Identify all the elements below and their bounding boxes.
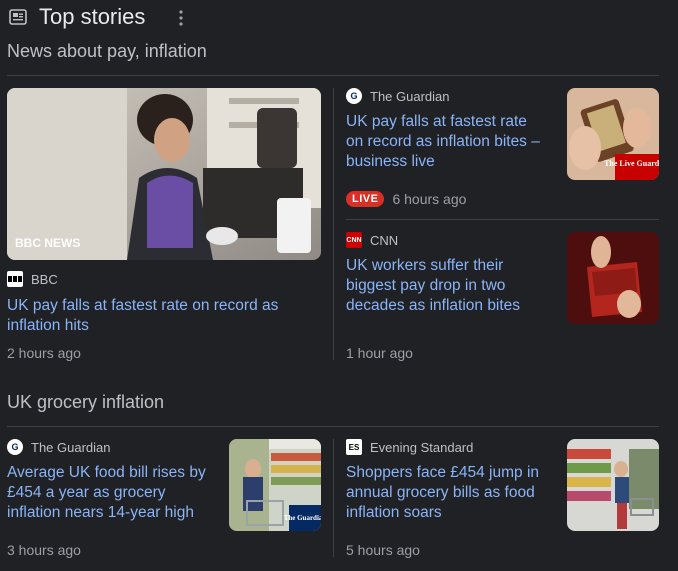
- story-image-caption: BBC NEWS: [15, 236, 80, 250]
- story-source-name: CNN: [370, 232, 399, 248]
- story-source-name: BBC: [31, 271, 58, 287]
- guardian-logo-icon: G: [7, 439, 23, 455]
- divider: [7, 426, 659, 427]
- story-image-caption: The Guardian: [284, 514, 321, 522]
- story-image-guardian[interactable]: The Live Guardian: [567, 88, 659, 180]
- story-source: G The Guardian: [7, 439, 111, 455]
- newspaper-icon: [9, 8, 27, 26]
- story-source: CNN CNN: [346, 232, 398, 248]
- story-time: LIVE 6 hours ago: [346, 191, 466, 207]
- page-title: Top stories: [39, 4, 146, 29]
- story-headline[interactable]: Shoppers face £454 jump in annual grocer…: [346, 463, 546, 523]
- divider: [346, 219, 659, 220]
- section-title-grocery-inflation: UK grocery inflation: [7, 392, 165, 412]
- story-image-bbc[interactable]: BBC NEWS: [7, 88, 321, 260]
- story-time-text: 5 hours ago: [346, 542, 420, 558]
- story-image-caption: The Live Guardian: [604, 159, 659, 168]
- story-source-name: The Guardian: [370, 88, 450, 104]
- story-time-text: 2 hours ago: [7, 345, 81, 361]
- story-headline[interactable]: UK pay falls at fastest rate on record a…: [7, 296, 307, 336]
- live-badge: LIVE: [346, 191, 385, 207]
- story-image-cnn[interactable]: [567, 232, 659, 324]
- story-headline[interactable]: UK workers suffer their biggest pay drop…: [346, 256, 546, 316]
- story-time: 2 hours ago: [7, 345, 81, 361]
- story-time-text: 1 hour ago: [346, 345, 413, 361]
- story-time: 3 hours ago: [7, 542, 81, 558]
- column-divider: [333, 88, 334, 360]
- bbc-logo-icon: [7, 271, 23, 287]
- story-source: G The Guardian: [346, 88, 450, 104]
- story-time-text: 3 hours ago: [7, 542, 81, 558]
- story-source-name: Evening Standard: [370, 439, 474, 455]
- evening-standard-logo-icon: ES: [346, 439, 362, 455]
- divider: [7, 75, 659, 76]
- story-source-name: The Guardian: [31, 439, 111, 455]
- cnn-logo-icon: CNN: [346, 232, 362, 248]
- more-vert-icon[interactable]: [174, 9, 188, 27]
- story-image-evening-standard[interactable]: [567, 439, 659, 531]
- story-headline[interactable]: Average UK food bill rises by £454 a yea…: [7, 463, 212, 523]
- story-image-grocery-guardian[interactable]: The Guardian: [229, 439, 321, 531]
- story-headline[interactable]: UK pay falls at fastest rate on record a…: [346, 112, 546, 172]
- story-source: ES Evening Standard: [346, 439, 473, 455]
- section-title-pay-inflation: News about pay, inflation: [7, 41, 207, 61]
- story-time: 1 hour ago: [346, 345, 413, 361]
- story-source: BBC: [7, 271, 58, 287]
- column-divider: [333, 439, 334, 557]
- guardian-logo-icon: G: [346, 88, 362, 104]
- story-time-text: 6 hours ago: [392, 191, 467, 207]
- story-time: 5 hours ago: [346, 542, 420, 558]
